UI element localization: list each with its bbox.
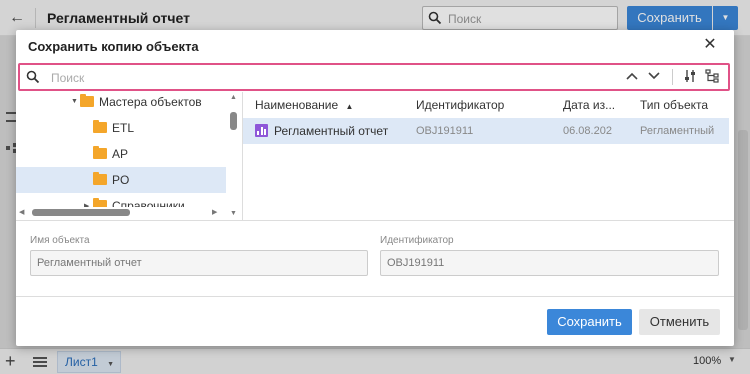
scroll-down-icon[interactable]: ▼ [230, 210, 237, 217]
tree-item-ap[interactable]: AP [16, 141, 226, 167]
divider [16, 296, 734, 297]
cell-date: 06.08.202 [563, 125, 612, 137]
dialog-search-input[interactable]: Поиск [18, 63, 730, 91]
tree-item-label: ETL [112, 121, 135, 135]
objects-table: Наименование ▲ Идентификатор Дата из... … [243, 92, 734, 220]
tree-item-label: PO [112, 173, 130, 187]
column-header-name[interactable]: Наименование ▲ [255, 98, 353, 112]
column-header-label: Наименование [255, 98, 339, 112]
cell-id: OBJ191911 [416, 125, 474, 137]
report-icon [255, 124, 268, 137]
scroll-thumb[interactable] [32, 209, 130, 216]
tree-item-label: Мастера объектов [99, 95, 202, 109]
tree-item-dictionaries[interactable]: ▶ Справочники [16, 193, 226, 207]
tree-horizontal-scrollbar[interactable]: ◀ ▶ [16, 206, 227, 220]
column-header-type[interactable]: Тип объекта [640, 98, 708, 112]
sort-ascending-icon: ▲ [345, 102, 354, 111]
column-header-id[interactable]: Идентификатор [416, 98, 504, 112]
folder-icon [80, 94, 94, 107]
object-name-label: Имя объекта [30, 235, 90, 246]
folder-icon [93, 146, 107, 159]
scroll-left-icon[interactable]: ◀ [19, 208, 24, 216]
tree-item-label: AP [112, 147, 129, 161]
table-row[interactable]: Регламентный отчет OBJ191911 06.08.202 Р… [243, 118, 729, 144]
folder-icon [93, 172, 107, 185]
identifier-field[interactable]: OBJ191911 [380, 250, 719, 276]
identifier-label: Идентификатор [380, 235, 454, 246]
close-icon[interactable]: ✕ [701, 36, 719, 54]
save-button[interactable]: Сохранить [547, 309, 632, 335]
scroll-up-icon[interactable]: ▲ [230, 94, 237, 101]
expand-arrow-icon[interactable]: ▼ [71, 98, 78, 105]
tree-vertical-scrollbar[interactable]: ▲ ▼ [227, 92, 242, 220]
cancel-button[interactable]: Отменить [639, 309, 720, 335]
tree-item-masters[interactable]: ▼ Мастера объектов [16, 89, 226, 115]
folder-icon [93, 120, 107, 133]
cell-name: Регламентный отчет [274, 124, 389, 138]
search-icon [26, 70, 40, 84]
divider [16, 220, 734, 221]
save-copy-dialog: Сохранить копию объекта ✕ Поиск ▼ Мастер… [16, 30, 734, 346]
filter-settings-icon[interactable] [682, 69, 698, 85]
scroll-thumb[interactable] [230, 112, 237, 130]
search-divider [672, 69, 673, 85]
object-name-field[interactable]: Регламентный отчет [30, 250, 368, 276]
dialog-title: Сохранить копию объекта [28, 39, 199, 54]
tree-item-etl[interactable]: ETL [16, 115, 226, 141]
folder-tree: ▼ Мастера объектов ETL AP PO ▶ Справочни… [16, 92, 242, 220]
tree-structure-icon[interactable] [704, 69, 720, 85]
cell-type: Регламентный [640, 125, 715, 137]
tree-item-po[interactable]: PO [16, 167, 226, 193]
chevron-down-icon[interactable] [646, 69, 662, 85]
chevron-up-icon[interactable] [624, 69, 640, 85]
column-header-date[interactable]: Дата из... [563, 98, 615, 112]
search-placeholder: Поиск [51, 71, 85, 85]
scroll-right-icon[interactable]: ▶ [212, 208, 217, 216]
